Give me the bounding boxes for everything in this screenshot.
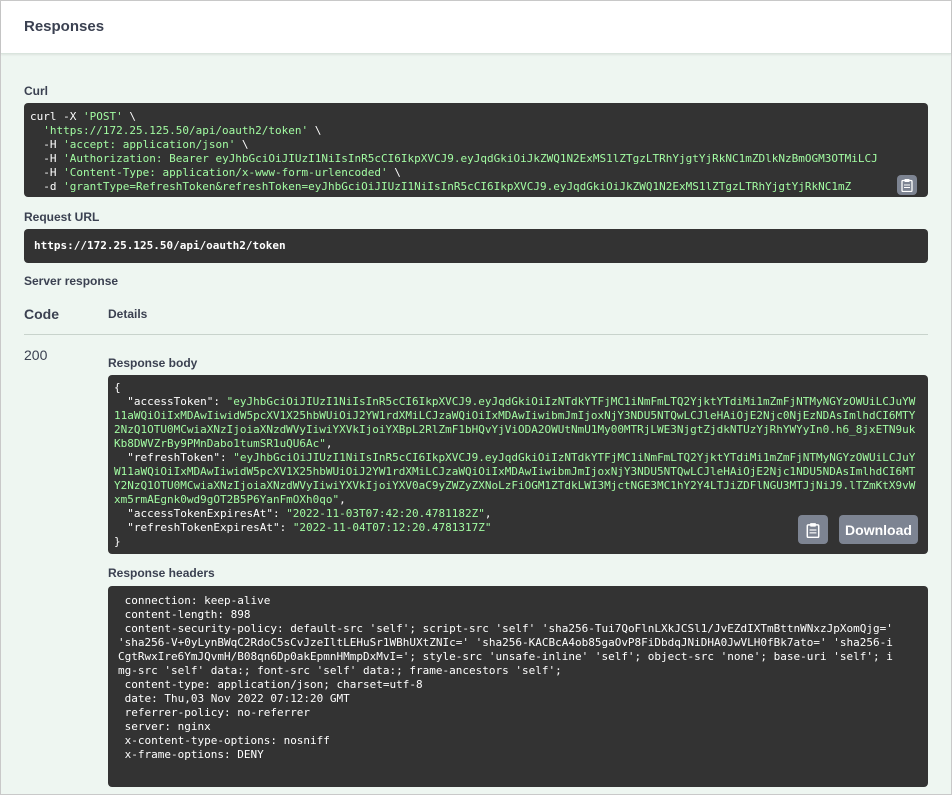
request-url-block[interactable]: https://172.25.125.50/api/oauth2/token bbox=[24, 229, 928, 263]
response-headers-block[interactable]: connection: keep-alive content-length: 8… bbox=[108, 586, 928, 787]
curl-line: 'https://172.25.125.50/api/oauth2/token'… bbox=[43, 124, 322, 137]
curl-command-block[interactable]: curl -X 'POST' \ 'https://172.25.125.50/… bbox=[24, 103, 928, 197]
curl-line: -H 'accept: application/json' \ bbox=[30, 138, 249, 151]
curl-line: curl -X 'POST' \ bbox=[30, 110, 136, 123]
curl-line: -d 'grantType=RefreshToken&refreshToken=… bbox=[30, 180, 852, 193]
curl-line: -H 'Content-Type: application/x-www-form… bbox=[30, 166, 401, 179]
response-headers-label: Response headers bbox=[108, 566, 215, 580]
response-body-label: Response body bbox=[108, 356, 198, 370]
responses-title: Responses bbox=[24, 18, 105, 35]
download-button[interactable]: Download bbox=[839, 515, 918, 544]
json-refresh-token: "refreshToken": "eyJhbGciOiJIUzI1NiIsInR… bbox=[114, 451, 916, 506]
responses-panel: Responses Curl curl -X 'POST' \ 'https:/… bbox=[0, 0, 952, 795]
request-url-label: Request URL bbox=[24, 210, 100, 224]
details-column-header: Details bbox=[108, 307, 148, 321]
responses-header: Responses bbox=[1, 1, 951, 54]
server-response-label: Server response bbox=[24, 274, 119, 288]
response-headers-text: connection: keep-alive content-length: 8… bbox=[118, 594, 893, 761]
request-url-value: https://172.25.125.50/api/oauth2/token bbox=[34, 239, 286, 252]
clipboard-icon bbox=[900, 178, 914, 192]
copy-response-button[interactable] bbox=[798, 515, 828, 544]
response-code: 200 bbox=[24, 347, 48, 363]
curl-label: Curl bbox=[24, 84, 48, 98]
code-column-header: Code bbox=[24, 306, 59, 322]
table-divider bbox=[24, 334, 928, 335]
json-access-token: "accessToken": "eyJhbGciOiJIUzI1NiIsInR5… bbox=[114, 395, 916, 450]
curl-line: -H 'Authorization: Bearer eyJhbGciOiJIUz… bbox=[30, 152, 878, 165]
json-brace-open: { bbox=[114, 381, 121, 394]
copy-curl-button[interactable] bbox=[897, 175, 917, 195]
clipboard-icon bbox=[805, 522, 821, 538]
